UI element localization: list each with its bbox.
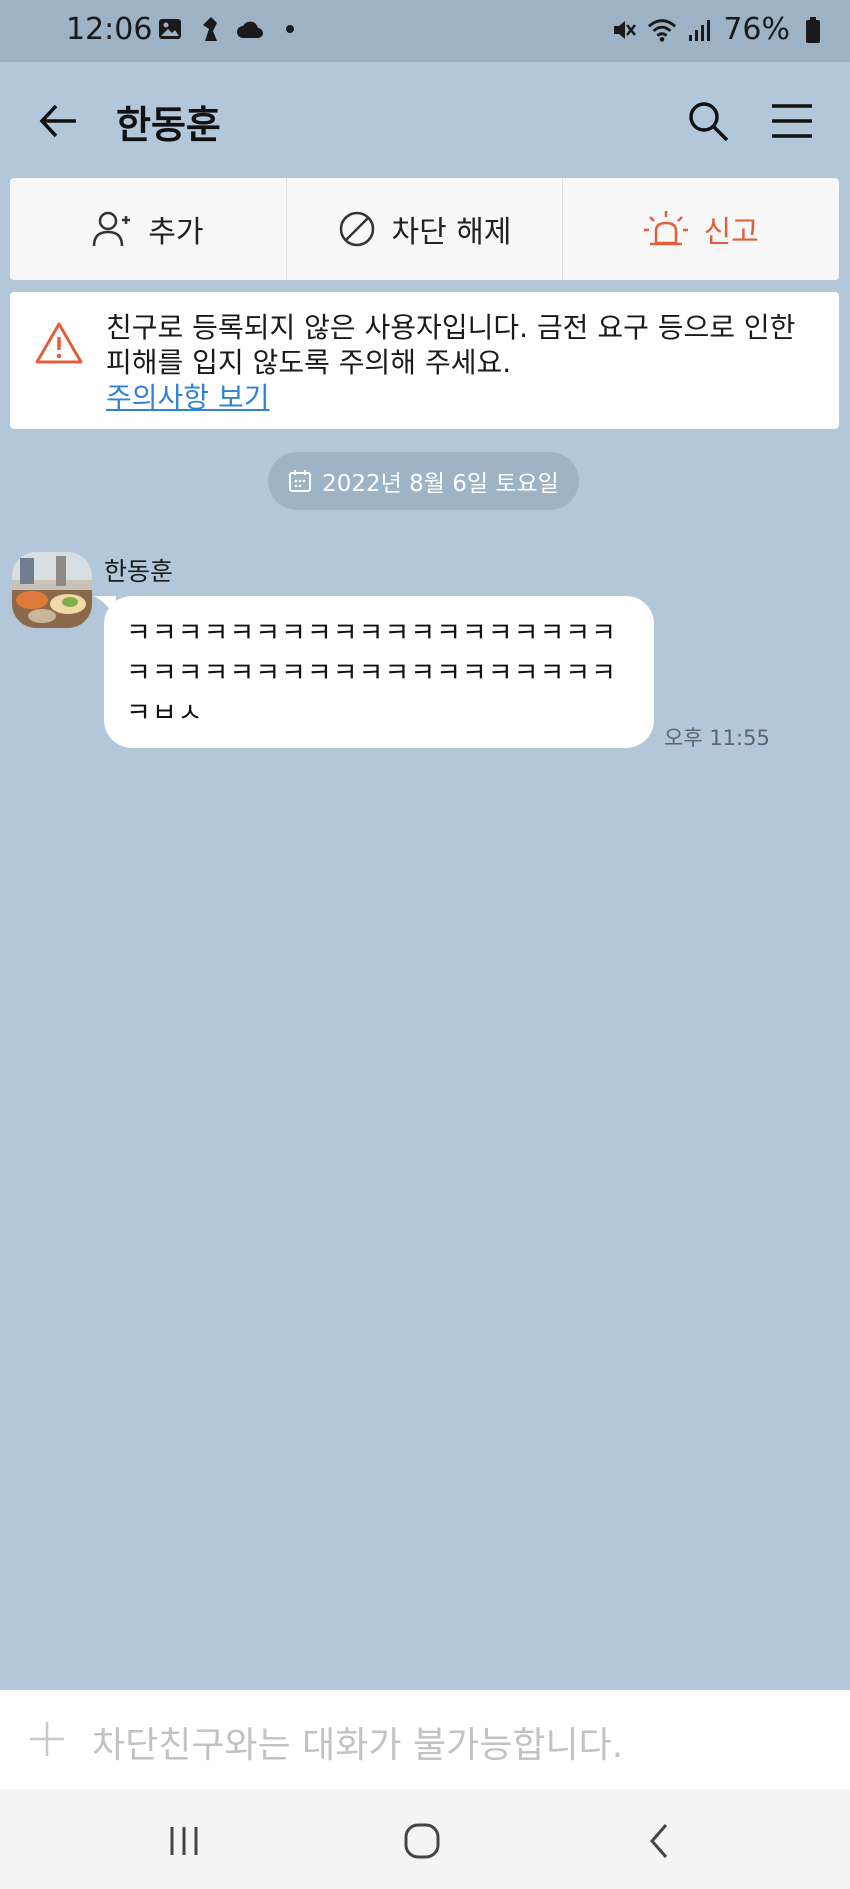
home-icon — [404, 1823, 440, 1859]
chat-title: 한동훈 — [116, 103, 221, 147]
unblock-button[interactable]: 차단 해제 — [287, 178, 564, 280]
recent-apps-button[interactable] — [162, 1819, 206, 1863]
wifi-icon — [647, 15, 677, 45]
unblock-label: 차단 해제 — [391, 215, 512, 250]
report-label: 신고 — [703, 215, 759, 250]
bird-app-icon — [195, 14, 225, 44]
hamburger-menu-icon — [772, 104, 812, 138]
recent-apps-icon — [170, 1827, 198, 1855]
warning-details-link[interactable]: 주의사항 보기 — [106, 380, 826, 415]
message-bubble[interactable]: ㅋㅋㅋㅋㅋㅋㅋㅋㅋㅋㅋㅋㅋㅋㅋㅋㅋㅋㅋㅋㅋㅋㅋㅋㅋㅋㅋㅋㅋㅋㅋㅋㅋㅋㅋㅋㅋㅋㅋㅂ… — [94, 596, 654, 748]
bubble-tail — [94, 596, 116, 618]
battery-icon — [798, 15, 828, 45]
add-friend-label: 추가 — [148, 215, 204, 250]
date-label: 2022년 8월 6일 토요일 — [322, 471, 559, 497]
avatar[interactable] — [12, 552, 92, 628]
report-button[interactable]: 신고 — [563, 178, 839, 280]
add-friend-button[interactable]: 추가 — [10, 178, 287, 280]
warning-triangle-icon — [35, 322, 83, 364]
battery-percent: 76% — [723, 12, 790, 47]
status-right-icons: 76% — [609, 12, 828, 47]
warning-message: 친구로 등록되지 않은 사용자입니다. 금전 요구 등으로 인한 피해를 입지 … — [106, 311, 796, 379]
profile-photo-icon — [12, 552, 92, 628]
back-button[interactable] — [34, 96, 84, 146]
status-bar: 12:06 76% — [0, 0, 850, 62]
block-icon — [339, 211, 374, 247]
status-left-icons — [155, 14, 305, 44]
blocked-input-placeholder: 차단친구와는 대화가 불가능합니다. — [92, 1725, 624, 1766]
chat-header: 한동훈 — [0, 62, 850, 178]
search-icon — [689, 102, 729, 142]
message-time: 오후 11:55 — [664, 726, 770, 750]
message-text: ㅋㅋㅋㅋㅋㅋㅋㅋㅋㅋㅋㅋㅋㅋㅋㅋㅋㅋㅋㅋㅋㅋㅋㅋㅋㅋㅋㅋㅋㅋㅋㅋㅋㅋㅋㅋㅋㅋㅋㅂ… — [126, 618, 617, 729]
stranger-action-bar: 추가 차단 해제 신고 — [10, 178, 839, 280]
system-navigation-bar — [0, 1789, 850, 1889]
calendar-icon — [289, 470, 312, 492]
warning-text-block: 친구로 등록되지 않은 사용자입니다. 금전 요구 등으로 인한 피해를 입지 … — [106, 310, 826, 415]
cloud-icon — [235, 14, 265, 44]
siren-icon — [643, 211, 688, 246]
message-sender-name: 한동훈 — [104, 557, 174, 586]
back-arrow-icon — [39, 104, 76, 138]
stranger-warning-notice: 친구로 등록되지 않은 사용자입니다. 금전 요구 등으로 인한 피해를 입지 … — [10, 292, 839, 429]
status-time: 12:06 — [66, 12, 153, 47]
home-button[interactable] — [400, 1819, 444, 1863]
chevron-left-icon — [650, 1824, 668, 1858]
dot-icon — [275, 14, 305, 44]
add-friend-icon — [92, 211, 131, 247]
menu-button[interactable] — [768, 98, 816, 144]
search-button[interactable] — [685, 98, 731, 144]
system-back-button[interactable] — [638, 1819, 682, 1863]
plus-icon — [30, 1722, 64, 1756]
message-input-bar: 차단친구와는 대화가 불가능합니다. — [0, 1690, 850, 1789]
mute-icon — [609, 15, 639, 45]
date-divider: 2022년 8월 6일 토요일 — [268, 452, 579, 510]
signal-icon — [685, 15, 715, 45]
gallery-icon — [155, 14, 185, 44]
